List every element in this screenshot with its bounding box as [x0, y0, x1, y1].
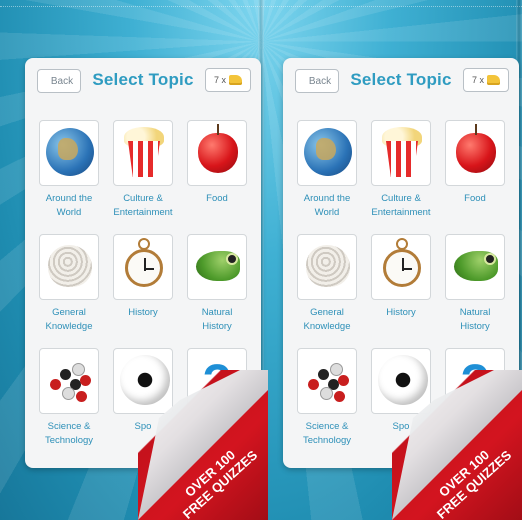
pocket-watch-icon	[383, 249, 421, 287]
topic-science-technology[interactable]: Science & Technology	[297, 348, 357, 448]
molecule-icon	[304, 357, 352, 405]
topic-general-knowledge[interactable]: General Knowledge	[39, 234, 99, 334]
brain-icon	[48, 245, 92, 287]
topic-label: General Knowledge	[303, 307, 351, 332]
topic-label: Science & Technology	[302, 421, 352, 446]
topic-around-the-world[interactable]: Around the World	[297, 120, 357, 220]
topic-food[interactable]: Food	[187, 120, 247, 206]
topic-history[interactable]: History	[371, 234, 431, 320]
topic-culture-entertainment[interactable]: Culture & Entertainment	[113, 120, 173, 220]
credits-count: 7 x	[471, 75, 484, 85]
header: Back Select Topic 7 x	[25, 58, 261, 102]
topic-science-technology[interactable]: Science & Technology	[39, 348, 99, 448]
frog-icon	[196, 251, 240, 281]
topic-label: History	[386, 307, 416, 318]
credits-count: 7 x	[213, 75, 226, 85]
topic-label: Culture & Entertainment	[371, 193, 431, 218]
topic-around-the-world[interactable]: Around the World	[39, 120, 99, 220]
topic-label: Natural History	[459, 307, 491, 332]
popcorn-box	[128, 141, 160, 177]
topic-label: Around the World	[303, 193, 351, 218]
header: Back Select Topic 7 x	[283, 58, 519, 102]
pocket-watch-icon	[125, 249, 163, 287]
promo-page-curl-left[interactable]: OVER 100 FREE QUIZZES	[138, 370, 268, 520]
cheese-icon	[229, 75, 242, 85]
credits-badge[interactable]: 7 x	[205, 68, 251, 92]
topic-label: Food	[206, 193, 228, 204]
globe-icon	[46, 128, 94, 176]
topic-label: Natural History	[201, 307, 233, 332]
cheese-icon	[487, 75, 500, 85]
topic-label: Culture & Entertainment	[113, 193, 173, 218]
topic-label: Food	[464, 193, 486, 204]
brain-icon	[306, 245, 350, 287]
topic-food[interactable]: Food	[445, 120, 505, 206]
topic-natural-history[interactable]: Natural History	[187, 234, 247, 334]
globe-icon	[304, 128, 352, 176]
topic-history[interactable]: History	[113, 234, 173, 320]
popcorn-box	[386, 141, 418, 177]
topic-culture-entertainment[interactable]: Culture & Entertainment	[371, 120, 431, 220]
topic-label: History	[128, 307, 158, 318]
topic-label: Around the World	[45, 193, 93, 218]
topic-general-knowledge[interactable]: General Knowledge	[297, 234, 357, 334]
molecule-icon	[46, 357, 94, 405]
topic-label: General Knowledge	[45, 307, 93, 332]
credits-badge[interactable]: 7 x	[463, 68, 509, 92]
frog-icon	[454, 251, 498, 281]
topic-natural-history[interactable]: Natural History	[445, 234, 505, 334]
apple-icon	[198, 124, 238, 173]
apple-icon	[456, 124, 496, 173]
topic-label: Science & Technology	[44, 421, 94, 446]
promo-page-curl-right[interactable]: OVER 100 FREE QUIZZES	[392, 370, 522, 520]
